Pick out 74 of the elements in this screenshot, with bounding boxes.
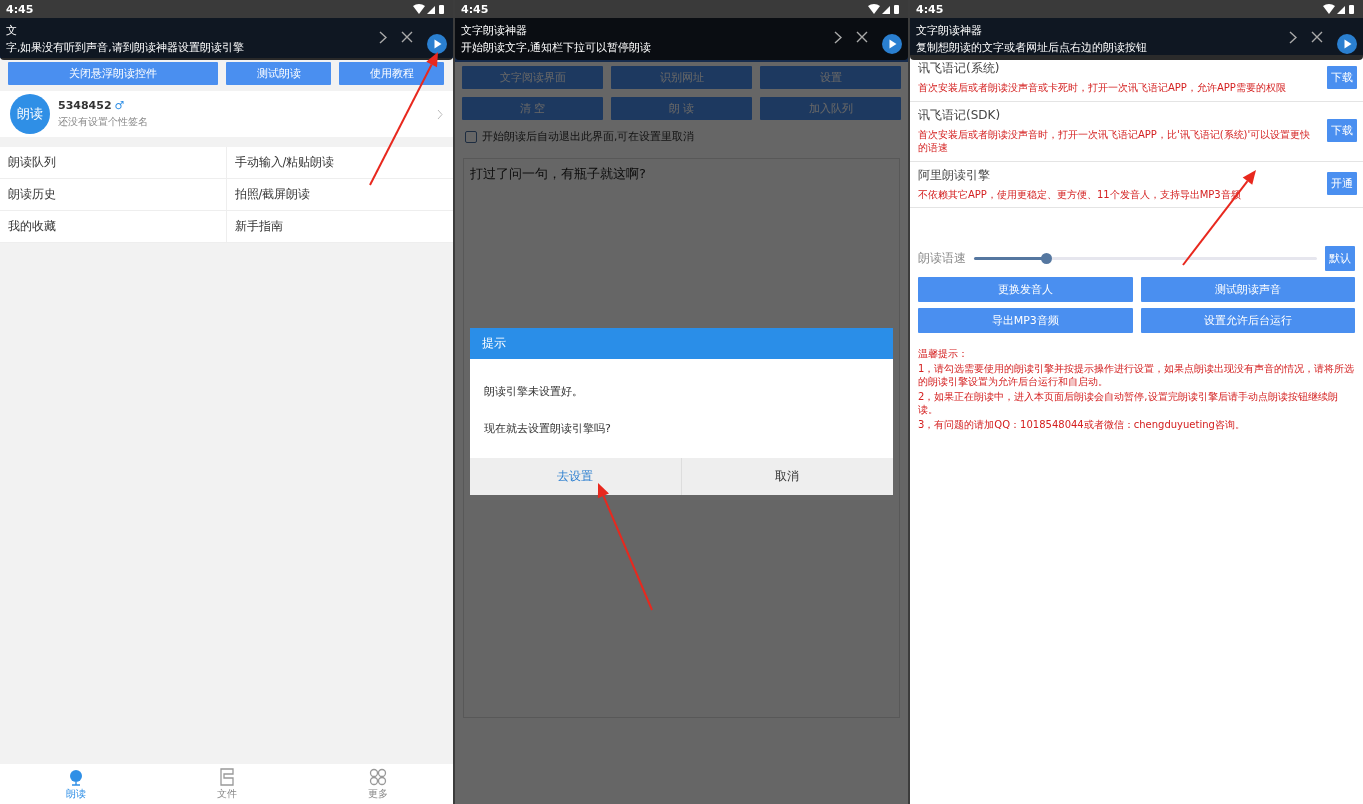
chevron-right-icon[interactable] [834, 30, 842, 44]
engine-description: 首次安装后或者朗读没声音时，打开一次讯飞语记APP，比'讯飞语记(系统)'可以设置更快的语速 [918, 127, 1312, 155]
engine-name: 讯飞语记(系统) [918, 60, 1001, 77]
engine-button[interactable]: 下载 [1327, 119, 1357, 142]
menu-item[interactable]: 新手指南 [226, 211, 453, 243]
chevron-right-icon[interactable] [1289, 30, 1297, 44]
action-button[interactable]: 测试朗读声音 [1140, 277, 1355, 302]
microphone-icon [67, 767, 84, 786]
menu-item[interactable]: 朗读历史 [0, 179, 227, 211]
tip-text: 温馨提示： [918, 347, 969, 361]
avatar: 朗读 [10, 94, 50, 134]
status-time: 4:45 [916, 2, 944, 16]
status-time: 4:45 [6, 2, 34, 16]
engine-name: 阿里朗读引擎 [918, 166, 991, 184]
checkbox[interactable] [465, 131, 477, 143]
chevron-right-icon[interactable] [379, 30, 387, 44]
engine-description: 首次安装后或者朗读没声音或卡死时，打开一次讯飞语记APP，允许APP需要的权限 [918, 81, 1287, 95]
notification-text: 开始朗读文字,通知栏下拉可以暂停朗读 [461, 40, 652, 55]
menu-item[interactable]: 我的收藏 [0, 211, 227, 243]
close-icon[interactable] [856, 31, 868, 43]
reset-button[interactable]: 默认 [1325, 246, 1355, 271]
close-icon[interactable] [1311, 31, 1323, 43]
status-icons [413, 3, 447, 15]
tip-text: 1，请勾选需要使用的朗读引擎并按提示操作进行设置，如果点朗读出现没有声音的情况，请将所选的朗读引擎设置为允许后台运行和自启动。 [918, 361, 1355, 389]
speed-label: 朗读语速 [918, 250, 966, 267]
status-icons [1323, 3, 1357, 15]
action-button[interactable]: 设置 [760, 66, 901, 89]
notification-banner[interactable]: 文字朗读神器 开始朗读文字,通知栏下拉可以暂停朗读 [455, 18, 908, 60]
grid-icon [368, 767, 387, 786]
dialog-message: 现在就去设置朗读引擎吗? [483, 421, 612, 436]
status-icons [868, 3, 902, 15]
close-icon[interactable] [401, 31, 413, 43]
action-button[interactable]: 文字阅读界面 [462, 66, 603, 89]
dialog-title: 提示 [470, 328, 893, 359]
notification-title: 文字朗读神器 [461, 23, 527, 38]
notification-banner[interactable]: 文字朗读神器 复制想朗读的文字或者网址后点右边的朗读按钮 [910, 18, 1363, 60]
chevron-right-icon [437, 108, 443, 120]
engine-button[interactable]: 开通 [1327, 172, 1357, 196]
notification-text: 复制想朗读的文字或者网址后点右边的朗读按钮 [916, 40, 1147, 55]
nav-tab[interactable]: 朗读 [0, 764, 151, 804]
gender-symbol: ♂ [114, 99, 125, 112]
status-time: 4:45 [461, 2, 489, 16]
tip-text: 3，有问题的请加QQ：1018548044或者微信：chengduyueting咨询。 [918, 417, 1246, 431]
nav-tab[interactable]: 更多 [302, 764, 453, 804]
menu-item[interactable]: 拍照/截屏朗读 [226, 179, 453, 211]
action-button[interactable]: 测试朗读 [226, 62, 331, 85]
menu-item[interactable]: 手动输入/粘贴朗读 [226, 147, 453, 179]
action-button[interactable]: 朗 读 [611, 97, 752, 120]
notification-text: 字,如果没有听到声音,请到朗读神器设置朗读引擎 [6, 40, 244, 55]
notification-banner[interactable]: 文 字,如果没有听到声音,请到朗读神器设置朗读引擎 [0, 18, 453, 60]
action-button[interactable]: 使用教程 [339, 62, 444, 85]
engine-button[interactable]: 下载 [1327, 65, 1357, 89]
file-icon [218, 767, 235, 786]
profile-row[interactable]: 朗读 5348452 ♂ 还没有设置个性签名 [0, 91, 453, 137]
slider-thumb[interactable] [1041, 253, 1052, 264]
notification-title: 文字朗读神器 [916, 23, 982, 38]
user-name: 5348452 [58, 99, 112, 112]
play-icon[interactable] [882, 34, 902, 54]
dialog-message: 朗读引擎未设置好。 [483, 384, 584, 399]
checkbox-label: 开始朗读后自动退出此界面,可在设置里取消 [482, 130, 695, 144]
engine-name: 讯飞语记(SDK) [918, 106, 1002, 124]
menu-item[interactable]: 朗读队列 [0, 147, 227, 179]
signature: 还没有设置个性签名 [58, 116, 149, 129]
tip-text: 2，如果正在朗读中，进入本页面后朗读会自动暂停,设置完朗读引擎后请手动点朗读按钮继续朗读。 [918, 389, 1339, 417]
nav-tab[interactable]: 文件 [151, 764, 302, 804]
notification-title: 文 [6, 23, 17, 38]
action-button[interactable]: 识别网址 [611, 66, 752, 89]
action-button[interactable]: 关闭悬浮朗读控件 [8, 62, 218, 85]
play-icon[interactable] [1337, 34, 1357, 54]
action-button[interactable]: 设置允许后台运行 [1140, 308, 1355, 333]
action-button[interactable]: 导出MP3音频 [918, 308, 1133, 333]
action-button[interactable]: 更换发音人 [918, 277, 1133, 302]
play-icon[interactable] [427, 34, 447, 54]
action-button[interactable]: 加入队列 [760, 97, 901, 120]
